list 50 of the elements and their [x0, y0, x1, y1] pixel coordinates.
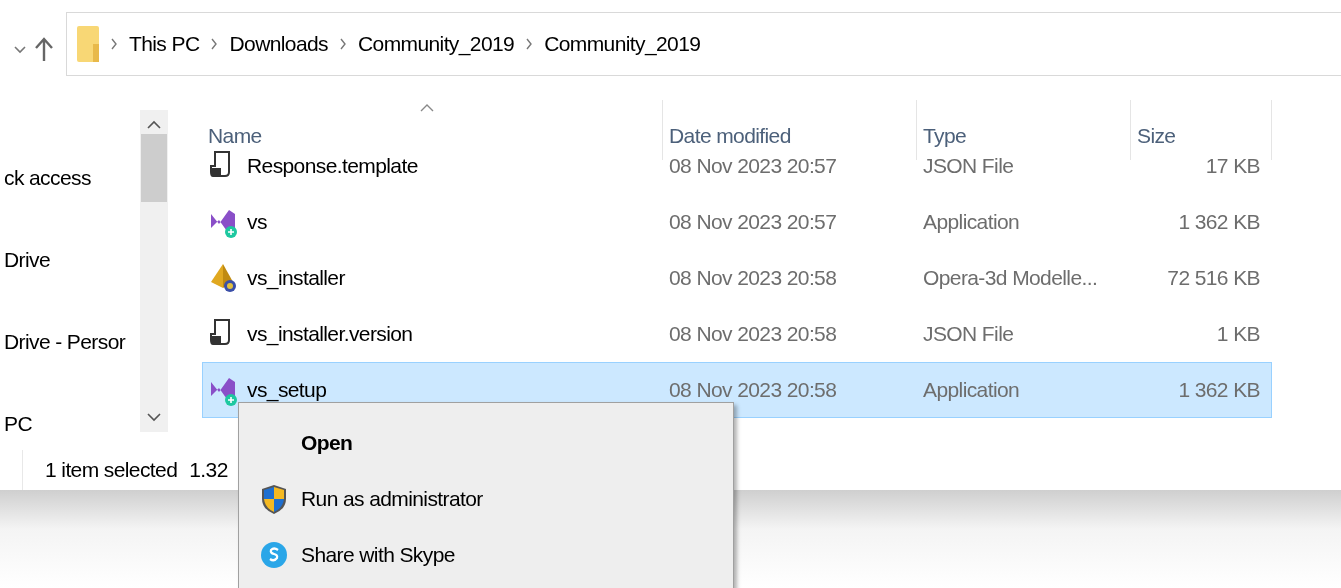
scrollbar[interactable] — [140, 110, 168, 432]
file-name: vs — [247, 210, 267, 234]
file-row[interactable]: vs_installer 08 Nov 2023 20:58 Opera-3d Modelle... 72 516 KB — [202, 250, 1272, 306]
type-cell-text: JSON File — [922, 322, 1015, 346]
sidebar-item[interactable]: Drive - Persor — [4, 326, 140, 358]
chevron-right-icon — [526, 38, 533, 50]
menu-item[interactable]: Share with Skype — [239, 537, 733, 573]
chevron-right-icon — [340, 38, 346, 50]
size-cell-text: 1 362 KB — [1177, 378, 1261, 402]
date-cell-text: 08 Nov 2023 20:58 — [668, 378, 838, 402]
scroll-up-icon[interactable] — [147, 120, 161, 130]
breadcrumb[interactable]: Downloads — [229, 32, 328, 56]
size-cell-text: 1 362 KB — [1177, 210, 1261, 234]
sidebar-item[interactable]: ck access — [4, 162, 140, 194]
type-cell-text: Opera-3d Modelle... — [922, 266, 1099, 290]
chevron-right-icon — [211, 38, 218, 50]
breadcrumb[interactable]: Community_2019 — [544, 32, 701, 56]
date-cell-text: 08 Nov 2023 20:58 — [668, 266, 838, 290]
chevron-right-icon — [111, 38, 117, 50]
file-name: vs_setup — [247, 378, 327, 402]
file-row[interactable]: vs 08 Nov 2023 20:57 Application 1 362 KB — [202, 194, 1272, 250]
menu-item[interactable]: Run as administrator — [239, 481, 733, 517]
file-name: Response.template — [247, 154, 418, 178]
column-header[interactable]: Size — [1130, 100, 1272, 160]
file-row[interactable]: vs_installer.version 08 Nov 2023 20:58 JSON File 1 KB — [202, 306, 1272, 362]
pyramid-icon — [209, 262, 239, 294]
scroll-thumb[interactable] — [141, 134, 167, 202]
sidebar-item[interactable]: Drive — [4, 244, 140, 276]
skype-icon — [260, 539, 288, 571]
size-cell-text: 72 516 KB — [1166, 266, 1261, 290]
size-cell-text: 1 KB — [1215, 322, 1261, 346]
selection-size: 1.32 — [189, 458, 228, 482]
scroll-down-icon[interactable] — [147, 412, 161, 422]
menu-item[interactable]: Open — [239, 425, 733, 461]
address-bar[interactable]: This PC Downloads Community_2019 Community_2019 — [66, 12, 1341, 76]
folder-icon — [77, 24, 99, 64]
up-arrow-icon[interactable] — [34, 37, 54, 63]
sidebar-item[interactable]: PC — [4, 408, 140, 440]
file-name: vs_installer.version — [247, 322, 413, 346]
date-cell-text: 08 Nov 2023 20:58 — [668, 322, 838, 346]
breadcrumb[interactable]: This PC — [129, 32, 200, 56]
breadcrumb[interactable]: Community_2019 — [358, 32, 515, 56]
type-cell-text: Application — [922, 378, 1021, 402]
item-count: 1 item selected — [45, 458, 178, 482]
shield-icon — [260, 483, 288, 515]
column-header[interactable]: Date modified — [662, 100, 916, 160]
date-cell-text: 08 Nov 2023 20:57 — [668, 210, 838, 234]
chevron-down-icon[interactable] — [14, 46, 26, 54]
file-name: vs_installer — [247, 266, 345, 290]
type-cell-text: Application — [922, 210, 1021, 234]
